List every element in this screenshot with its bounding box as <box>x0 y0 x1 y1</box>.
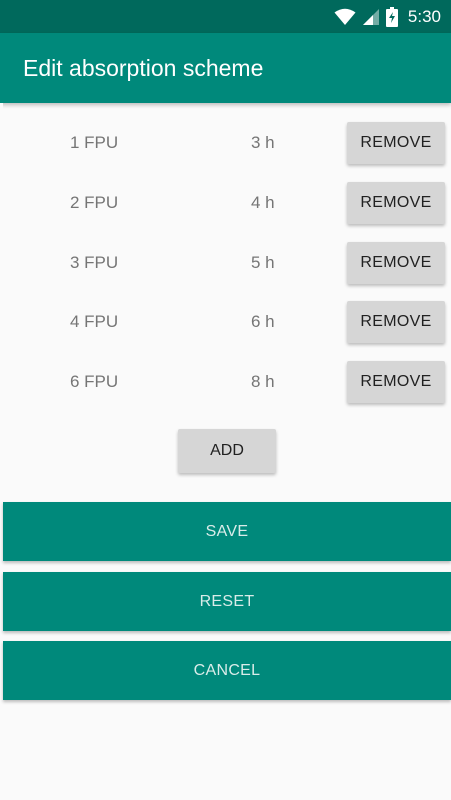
remove-button[interactable]: REMOVE <box>347 361 445 403</box>
battery-icon <box>385 6 398 27</box>
hours-value: 5 h <box>251 253 275 272</box>
fpu-value: 4 FPU <box>70 312 119 331</box>
wifi-icon <box>334 8 356 26</box>
status-icons: 5:30 <box>334 0 441 33</box>
add-button[interactable]: ADD <box>178 429 276 473</box>
save-button[interactable]: SAVE <box>3 502 451 561</box>
scheme-row: 2 FPU 4 h REMOVE <box>0 179 451 227</box>
remove-button[interactable]: REMOVE <box>347 301 445 343</box>
scheme-row: 6 FPU 8 h REMOVE <box>0 358 451 406</box>
fpu-value: 6 FPU <box>70 372 119 391</box>
signal-icon <box>362 8 380 26</box>
remove-button[interactable]: REMOVE <box>347 122 445 164</box>
remove-button[interactable]: REMOVE <box>347 242 445 284</box>
hours-value: 3 h <box>251 133 275 152</box>
scheme-row: 4 FPU 6 h REMOVE <box>0 298 451 346</box>
page-title: Edit absorption scheme <box>23 55 264 81</box>
fpu-value: 3 FPU <box>70 253 119 272</box>
reset-button[interactable]: RESET <box>3 572 451 631</box>
scheme-row: 1 FPU 3 h REMOVE <box>0 119 451 167</box>
scheme-row: 3 FPU 5 h REMOVE <box>0 239 451 287</box>
remove-button[interactable]: REMOVE <box>347 182 445 224</box>
hours-value: 4 h <box>251 193 275 212</box>
app-bar: Edit absorption scheme <box>0 33 451 103</box>
hours-value: 6 h <box>251 312 275 331</box>
hours-value: 8 h <box>251 372 275 391</box>
cancel-button[interactable]: CANCEL <box>3 641 451 700</box>
fpu-value: 1 FPU <box>70 133 119 152</box>
fpu-value: 2 FPU <box>70 193 119 212</box>
status-bar: 5:30 <box>0 0 451 33</box>
status-time: 5:30 <box>407 6 441 26</box>
